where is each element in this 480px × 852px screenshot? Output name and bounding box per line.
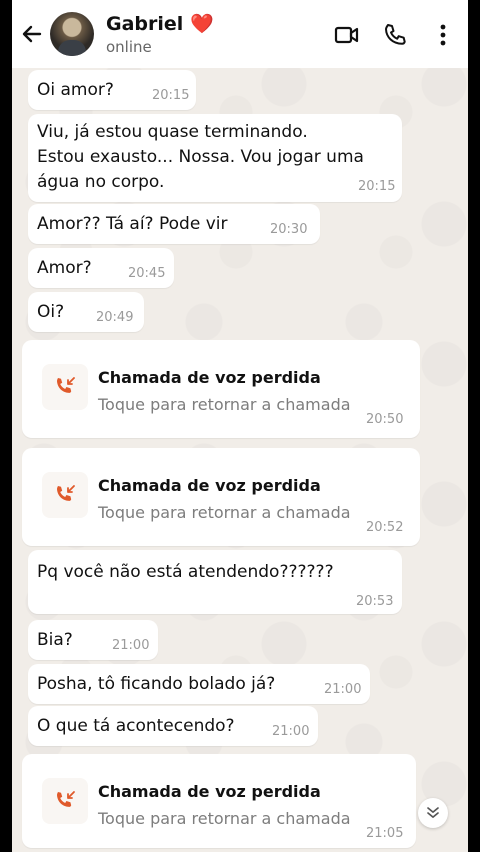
call-title: Chamada de voz perdida xyxy=(98,368,321,387)
message-text: Posha, tô ficando bolado já? xyxy=(37,674,276,694)
message-time: 21:00 xyxy=(324,682,362,697)
missed-call-bubble[interactable]: Chamada de voz perdida Toque para retorn… xyxy=(22,754,416,848)
message-bubble[interactable]: O que tá acontecendo? 21:00 xyxy=(28,706,318,746)
call-title: Chamada de voz perdida xyxy=(98,476,321,495)
message-text: Oi? xyxy=(37,302,65,322)
call-subtitle: Toque para retornar a chamada xyxy=(98,503,351,522)
missed-call-bubble[interactable]: Chamada de voz perdida Toque para retorn… xyxy=(22,448,420,546)
scroll-to-bottom-button[interactable] xyxy=(418,798,448,828)
missed-call-icon xyxy=(57,377,75,393)
message-text: Viu, já estou quase terminando. xyxy=(37,122,308,142)
contact-status: online xyxy=(106,38,152,56)
message-time: 20:49 xyxy=(96,310,134,325)
message-text: O que tá acontecendo? xyxy=(37,716,235,736)
message-time: 20:45 xyxy=(128,266,166,281)
missed-call-icon xyxy=(57,485,75,501)
message-time: 20:15 xyxy=(152,88,190,103)
message-bubble[interactable]: Amor? 20:45 xyxy=(28,248,174,288)
message-time: 20:52 xyxy=(366,520,404,535)
chat-header: Gabriel ❤️ online xyxy=(12,0,468,68)
message-time: 21:05 xyxy=(366,826,404,841)
message-time: 20:50 xyxy=(366,412,404,427)
message-text: Bia? xyxy=(37,630,73,650)
phone-icon[interactable] xyxy=(382,22,408,48)
message-bubble[interactable]: Amor?? Tá aí? Pode vir 20:30 xyxy=(28,204,320,244)
heart-emoji: ❤️ xyxy=(189,13,214,35)
message-time: 20:15 xyxy=(358,179,396,194)
message-bubble[interactable]: Pq você não está atendendo?????? 20:53 xyxy=(28,550,402,614)
missed-call-icon-box xyxy=(42,364,88,410)
message-text: Amor? xyxy=(37,258,92,278)
message-time: 20:53 xyxy=(356,594,394,609)
video-call-icon[interactable] xyxy=(334,22,360,48)
message-text: Estou exausto... Nossa. Vou jogar uma xyxy=(37,147,364,167)
message-bubble[interactable]: Oi? 20:49 xyxy=(28,292,144,332)
missed-call-icon xyxy=(57,791,75,807)
arrow-left-icon[interactable] xyxy=(20,22,44,46)
message-bubble[interactable]: Viu, já estou quase terminando. Estou ex… xyxy=(28,114,402,202)
contact-name-text: Gabriel xyxy=(106,13,184,35)
chat-screen: Gabriel ❤️ online Oi amor? 20:15 Viu, já… xyxy=(12,0,468,852)
missed-call-bubble[interactable]: Chamada de voz perdida Toque para retorn… xyxy=(22,340,420,438)
more-vert-icon[interactable] xyxy=(430,22,456,48)
message-bubble[interactable]: Oi amor? 20:15 xyxy=(28,70,196,110)
message-time: 20:30 xyxy=(270,222,308,237)
message-text: Amor?? Tá aí? Pode vir xyxy=(37,214,228,234)
call-subtitle: Toque para retornar a chamada xyxy=(98,809,351,828)
contact-name[interactable]: Gabriel ❤️ xyxy=(106,12,214,35)
message-bubble[interactable]: Posha, tô ficando bolado já? 21:00 xyxy=(28,664,370,704)
message-bubble[interactable]: Bia? 21:00 xyxy=(28,620,158,660)
avatar[interactable] xyxy=(50,12,94,56)
call-title: Chamada de voz perdida xyxy=(98,782,321,801)
message-time: 21:00 xyxy=(272,724,310,739)
chevron-double-down-icon xyxy=(427,807,439,818)
call-subtitle: Toque para retornar a chamada xyxy=(98,395,351,414)
message-text: Pq você não está atendendo?????? xyxy=(37,562,334,582)
message-text: água no corpo. xyxy=(37,172,165,192)
message-text: Oi amor? xyxy=(37,80,114,100)
missed-call-icon-box xyxy=(42,472,88,518)
missed-call-icon-box xyxy=(42,778,88,824)
message-time: 21:00 xyxy=(112,638,150,653)
